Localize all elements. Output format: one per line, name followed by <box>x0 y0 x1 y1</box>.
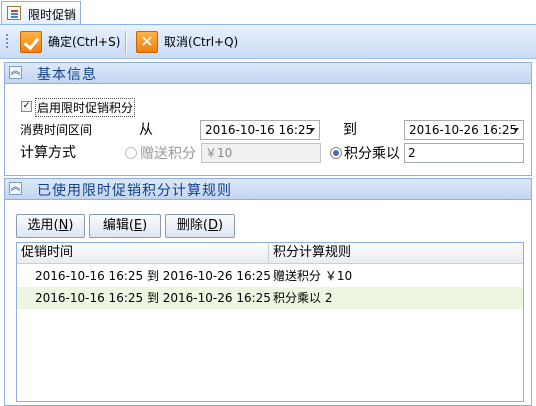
row-rule: 赠送积分 ￥10 <box>273 269 353 283</box>
select-button-text: 选用( <box>27 218 59 233</box>
to-datetime-picker[interactable]: 2016-10-26 16:25 <box>404 120 524 140</box>
from-datetime-value: 2016-10-16 16:25 <box>205 123 314 137</box>
gift-points-label: 赠送积分 <box>140 146 196 162</box>
rules-title: 已使用限时促销积分计算规则 <box>37 183 232 199</box>
chevron-down-icon <box>513 128 519 132</box>
basic-info-title: 基本信息 <box>37 67 97 83</box>
delete-button-key: D <box>207 218 218 233</box>
tab-promotion[interactable]: 限时促销 <box>1 1 81 24</box>
confirm-label: 确定(Ctrl+S) <box>48 35 121 49</box>
checkmark-icon <box>20 30 42 53</box>
multiplier-radio[interactable] <box>330 147 342 159</box>
chevron-down-icon <box>309 128 315 132</box>
column-header-rule[interactable]: 积分计算规则 <box>269 243 523 264</box>
toolbar: 确定(Ctrl+S) ✕ 取消(Ctrl+Q) <box>0 25 536 59</box>
column-header-time[interactable]: 促销时间 <box>17 243 269 264</box>
delete-rule-button[interactable]: 删除(D) <box>165 214 235 238</box>
table-row[interactable]: 2016-10-16 16:25 到 2016-10-26 16:25 赠送积分… <box>17 265 523 287</box>
toolbar-grip[interactable] <box>6 34 8 50</box>
row-rule: 积分乘以 2 <box>273 291 333 305</box>
gift-points-input[interactable]: ￥10 <box>201 143 321 163</box>
tab-label: 限时促销 <box>28 8 77 22</box>
delete-button-text: 删除( <box>176 218 208 233</box>
confirm-button[interactable]: 确定(Ctrl+S) <box>16 28 124 55</box>
rules-header: ︽ 已使用限时促销积分计算规则 <box>4 178 532 200</box>
enable-promotion-checkbox[interactable]: ✓ <box>21 101 32 112</box>
from-label: 从 <box>139 122 153 138</box>
from-datetime-picker[interactable]: 2016-10-16 16:25 <box>200 120 320 140</box>
close-icon: ✕ <box>136 30 158 53</box>
toolbar-separator <box>125 31 126 53</box>
period-label: 消费时间区间 <box>20 123 93 137</box>
form-icon <box>7 6 21 20</box>
table-row[interactable]: 2016-10-16 16:25 到 2016-10-26 16:25 积分乘以… <box>17 287 523 309</box>
collapse-chevron-icon[interactable]: ︽ <box>9 66 22 79</box>
edit-button-paren: ) <box>142 218 148 233</box>
to-datetime-value: 2016-10-26 16:25 <box>409 123 518 137</box>
delete-button-paren: ) <box>218 218 224 233</box>
edit-button-key: E <box>133 218 143 233</box>
to-label: 到 <box>343 122 357 138</box>
basic-info-header: ︽ 基本信息 <box>4 62 532 84</box>
multiplier-label: 积分乘以 <box>344 146 400 162</box>
row-time: 2016-10-16 16:25 到 2016-10-26 16:25 <box>35 291 271 305</box>
cancel-button[interactable]: ✕ 取消(Ctrl+Q) <box>132 28 242 55</box>
select-rule-button[interactable]: 选用(N) <box>16 214 85 238</box>
multiplier-input[interactable]: 2 <box>404 143 524 163</box>
rules-table: 促销时间 积分计算规则 2016-10-16 16:25 到 2016-10-2… <box>16 242 524 402</box>
edit-button-text: 编辑( <box>102 218 134 233</box>
calc-method-label: 计算方式 <box>20 145 76 161</box>
select-button-key: N <box>58 218 69 233</box>
enable-promotion-label: 启用限时促销积分 <box>35 98 136 117</box>
edit-rule-button[interactable]: 编辑(E) <box>89 214 161 238</box>
row-time: 2016-10-16 16:25 到 2016-10-26 16:25 <box>35 269 271 283</box>
cancel-label: 取消(Ctrl+Q) <box>164 35 239 49</box>
collapse-chevron-icon[interactable]: ︽ <box>9 182 22 195</box>
gift-points-radio[interactable] <box>125 147 137 159</box>
select-button-paren: ) <box>68 218 74 233</box>
